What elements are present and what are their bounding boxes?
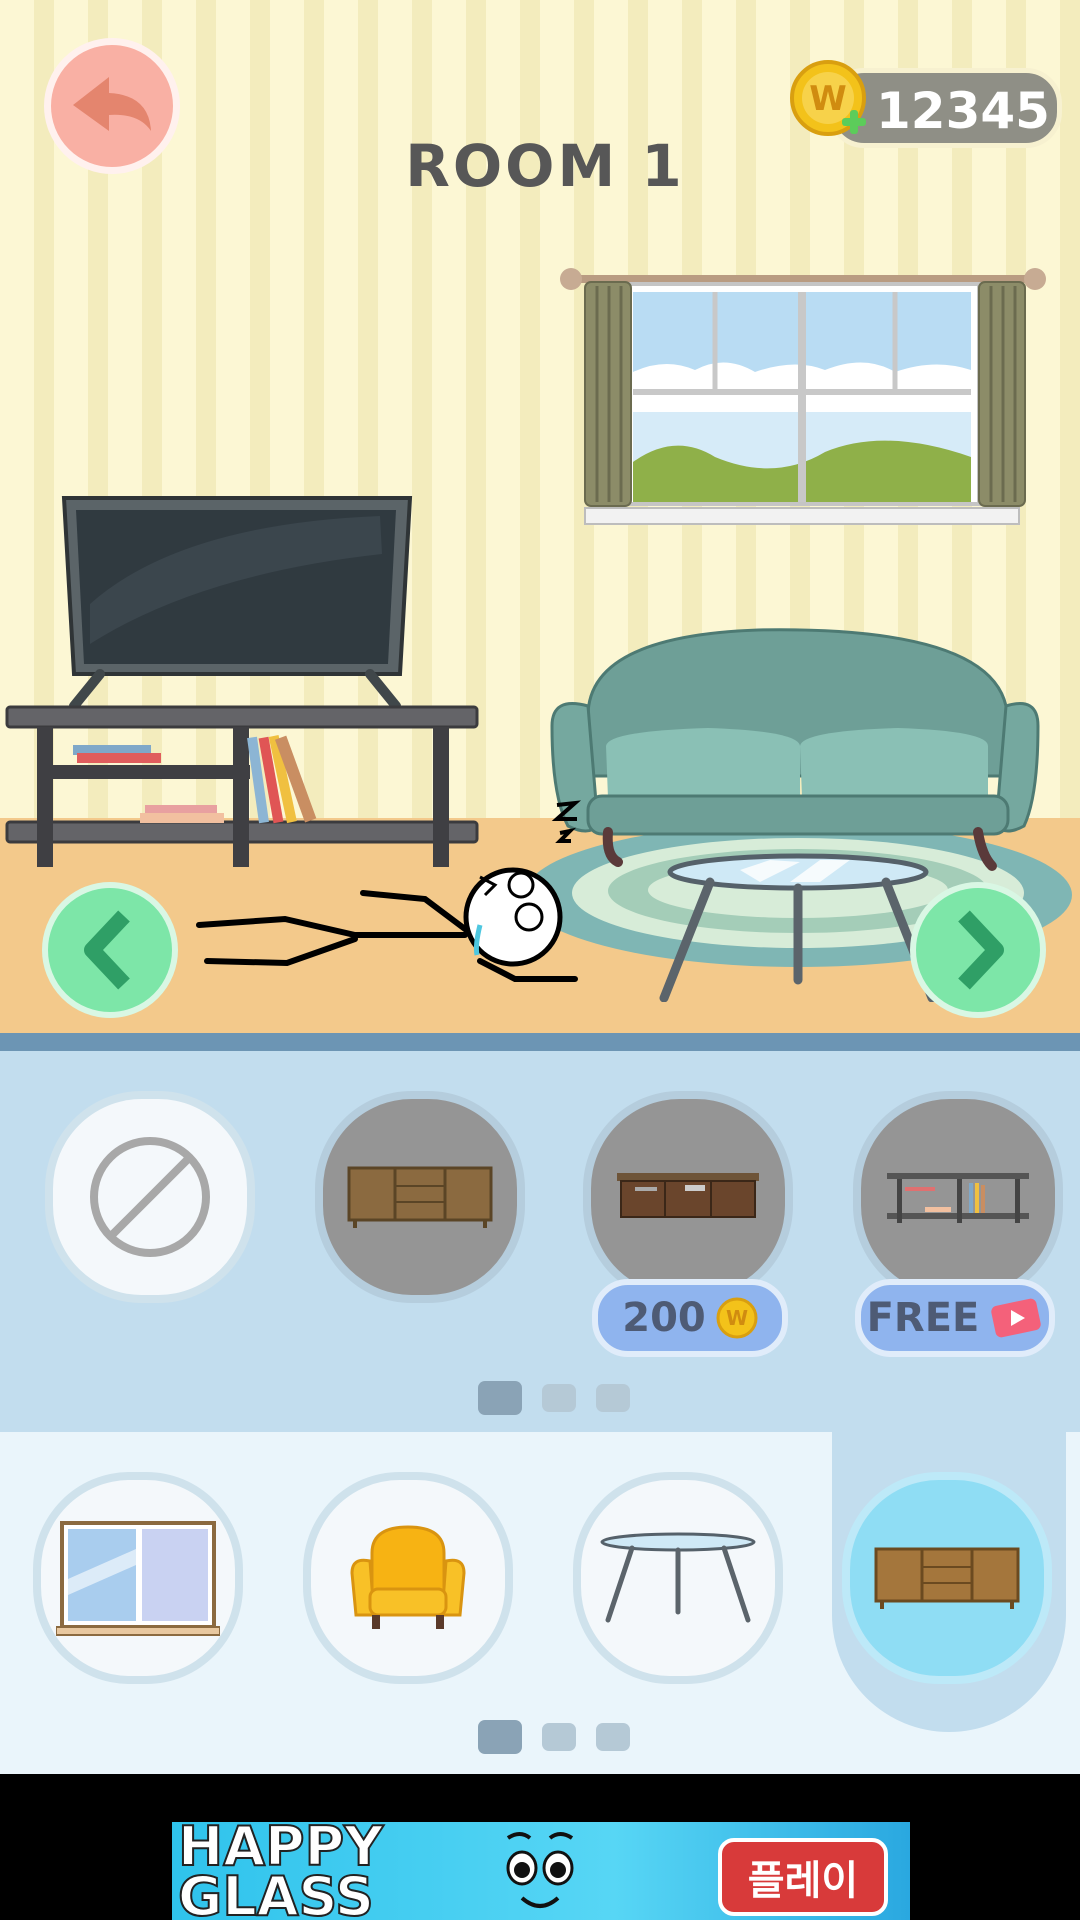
ad-play-button[interactable]: 플레이	[718, 1838, 888, 1916]
tv-stand-icon	[617, 1173, 759, 1218]
ad-banner[interactable]: HAPPY GLASS 플레이	[172, 1822, 910, 1920]
window-icon	[56, 1521, 220, 1636]
chevron-left-icon	[84, 910, 130, 990]
page-dot-1[interactable]	[478, 1381, 522, 1415]
chevron-right-icon	[958, 910, 1004, 990]
sideboard-icon	[874, 1547, 1020, 1609]
previous-room-button[interactable]	[42, 882, 178, 1018]
ad-area: HAPPY GLASS 플레이	[0, 1774, 1080, 1920]
free-label: FREE	[866, 1295, 980, 1341]
free-watch-ad-button[interactable]: FREE	[855, 1279, 1055, 1357]
room-title: ROOM 1	[405, 132, 685, 200]
shelf-icon	[887, 1173, 1029, 1223]
coin-plus-icon[interactable]: W	[790, 60, 870, 140]
room-scene: ROOM 1 12345 W	[0, 0, 1080, 1035]
furniture-selection-panel: 200 W FREE	[0, 1051, 1080, 1432]
ad-mascot-face	[506, 1832, 574, 1908]
sideboard-icon	[347, 1166, 493, 1228]
stick-figure-character	[196, 800, 582, 982]
category-window[interactable]	[33, 1472, 243, 1684]
next-room-button[interactable]	[910, 882, 1046, 1018]
coin-letter: W	[809, 79, 847, 119]
slot-metal-shelf[interactable]	[853, 1091, 1063, 1303]
ad-headline: HAPPY GLASS	[177, 1822, 384, 1920]
slot-wooden-sideboard[interactable]	[315, 1091, 525, 1303]
room-window	[560, 268, 1046, 525]
pager-dots-bottom	[478, 1720, 630, 1754]
television	[61, 496, 413, 711]
buy-price-button[interactable]: 200 W	[592, 1279, 788, 1357]
coin-count: 12345	[876, 82, 1050, 140]
none-icon	[90, 1137, 210, 1257]
page-dot-2[interactable]	[542, 1723, 576, 1751]
back-button[interactable]	[44, 38, 180, 174]
category-panel	[0, 1432, 1080, 1774]
page-dot-2[interactable]	[542, 1384, 576, 1412]
coffee-table-icon	[600, 1532, 756, 1623]
slot-tv-stand[interactable]	[583, 1091, 793, 1303]
armchair-icon	[350, 1525, 466, 1629]
page-dot-3[interactable]	[596, 1384, 630, 1412]
coin-icon: W	[716, 1297, 758, 1339]
price-label: 200	[622, 1295, 706, 1341]
coffee-table	[659, 853, 937, 1002]
video-ad-icon	[991, 1298, 1042, 1338]
coin-letter: W	[726, 1306, 748, 1330]
coin-balance[interactable]: 12345 W	[788, 60, 1062, 148]
page-dot-1[interactable]	[478, 1720, 522, 1754]
category-coffee-table[interactable]	[573, 1472, 783, 1684]
slot-remove-item[interactable]	[45, 1091, 255, 1303]
back-arrow-icon	[73, 77, 151, 131]
pager-dots-top	[478, 1381, 630, 1415]
sofa	[550, 628, 1040, 871]
category-armchair[interactable]	[303, 1472, 513, 1684]
page-dot-3[interactable]	[596, 1723, 630, 1751]
category-sideboard[interactable]	[842, 1472, 1052, 1684]
